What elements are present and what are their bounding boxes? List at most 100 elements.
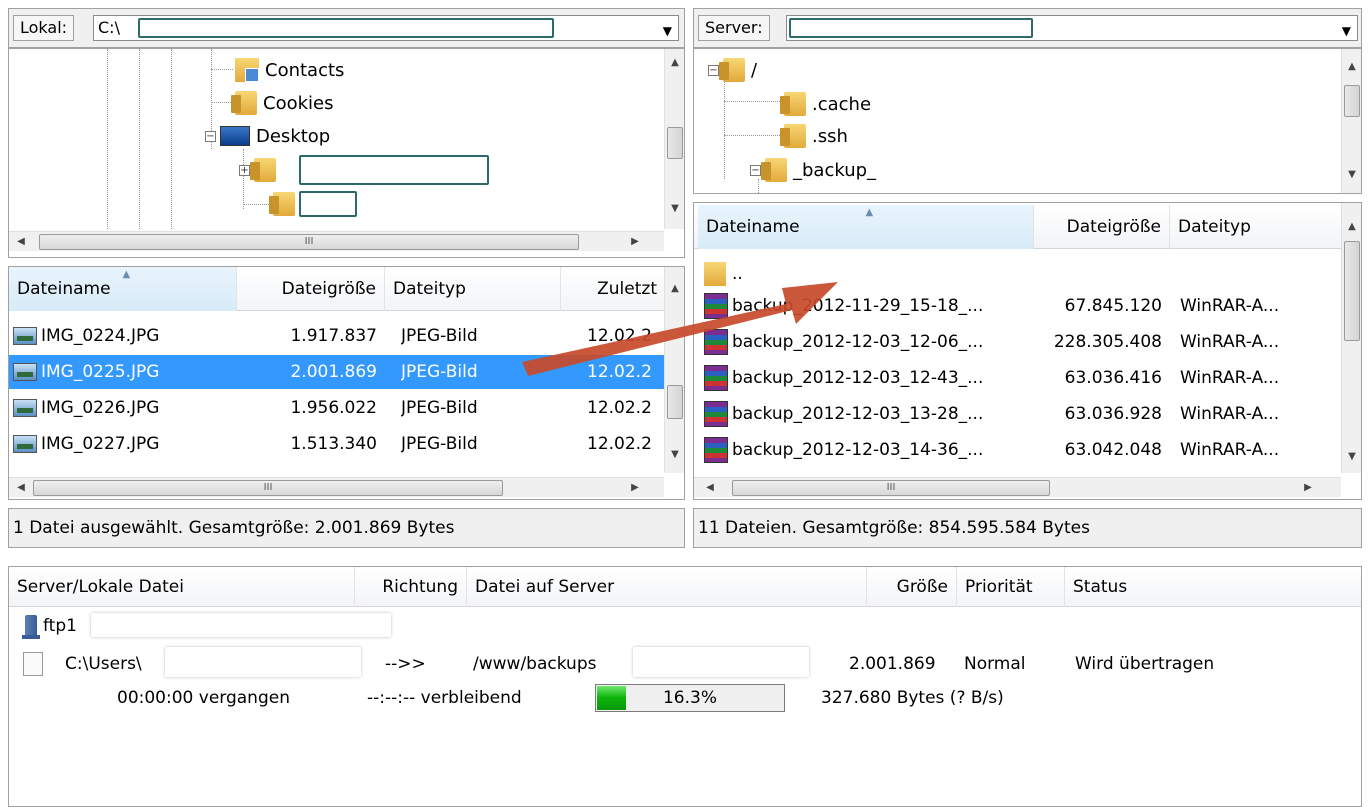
server-tree-pane: − / .cache .ssh − _backup_ ▲ ▼ [693, 48, 1362, 194]
scroll-left-icon[interactable]: ◀ [700, 478, 720, 498]
expand-icon[interactable]: + [239, 164, 250, 176]
tree-item-label: Contacts [265, 59, 345, 81]
tree-item-cache[interactable]: .cache [780, 89, 872, 119]
file-name: backup_2012-12-03_12-06_... [732, 332, 984, 352]
file-row[interactable]: backup_2012-12-03_12-06_... 228.305.408 … [694, 325, 1341, 359]
file-row-selected[interactable]: IMG_0225.JPG 2.001.869 JPEG-Bild 12.02.2 [9, 355, 664, 389]
scroll-thumb[interactable]: III [732, 480, 1050, 496]
collapse-icon[interactable]: − [708, 64, 719, 76]
scroll-down-icon[interactable]: ▼ [665, 199, 684, 219]
file-row[interactable]: backup_2012-12-03_14-36_... 63.042.048 W… [694, 433, 1341, 467]
column-header-size[interactable]: Dateigröße [1034, 205, 1170, 249]
scroll-right-icon[interactable]: ▶ [1298, 478, 1318, 498]
column-header-direction[interactable]: Richtung [355, 567, 467, 607]
server-list-hscrollbar[interactable]: ◀ III ▶ [694, 477, 1341, 497]
column-header-modified[interactable]: Zuletzt [561, 267, 666, 311]
scroll-right-icon[interactable]: ▶ [625, 478, 645, 498]
local-list-vscrollbar[interactable]: ▲ ▼ [664, 267, 684, 473]
file-name: backup_2012-11-29_15-18_... [732, 296, 984, 316]
scroll-thumb[interactable] [1344, 85, 1360, 117]
file-row[interactable]: IMG_0226.JPG 1.956.022 JPEG-Bild 12.02.2 [9, 391, 664, 425]
file-type: WinRAR-A... [1180, 440, 1280, 460]
sort-ascending-icon: ▲ [865, 207, 874, 218]
column-header-file[interactable]: Server/Lokale Datei [9, 567, 355, 607]
local-status-bar: 1 Datei ausgewählt. Gesamtgröße: 2.001.8… [8, 508, 685, 548]
server-path-label: Server: [698, 15, 770, 41]
file-name: IMG_0224.JPG [41, 326, 160, 346]
scroll-down-icon[interactable]: ▼ [1342, 447, 1361, 467]
tree-item-cookies[interactable]: Cookies [231, 88, 333, 118]
server-file-header: ▲ Dateiname Dateigröße Dateityp [694, 205, 1343, 249]
folder-icon [250, 158, 276, 182]
scroll-up-icon[interactable]: ▲ [665, 279, 684, 299]
server-list-vscrollbar[interactable]: ▲ ▼ [1341, 203, 1361, 473]
local-tree-hscrollbar[interactable]: ◀ III ▶ [9, 231, 664, 251]
file-row[interactable]: backup_2012-12-03_13-28_... 63.036.928 W… [694, 397, 1341, 431]
column-header-type[interactable]: Dateityp [385, 267, 561, 311]
column-header-type[interactable]: Dateityp [1170, 205, 1343, 249]
column-header-remote-file[interactable]: Datei auf Server [467, 567, 867, 607]
column-header-size[interactable]: Dateigröße [237, 267, 385, 311]
chevron-down-icon[interactable]: ▼ [663, 24, 672, 38]
scroll-left-icon[interactable]: ◀ [11, 232, 31, 252]
tree-item-label: Desktop [256, 125, 331, 147]
scroll-thumb[interactable]: III [39, 234, 579, 250]
file-row[interactable]: IMG_0224.JPG 1.917.837 JPEG-Bild 12.02.2 [9, 319, 664, 353]
scroll-down-icon[interactable]: ▼ [1342, 165, 1361, 185]
tree-item-label: .cache [812, 93, 872, 115]
file-size: 67.845.120 [1064, 296, 1162, 316]
parent-dir-row[interactable]: .. [694, 257, 1341, 291]
tree-item-desktop[interactable]: − Desktop [205, 121, 330, 151]
scroll-thumb[interactable]: III [33, 480, 503, 496]
collapse-icon[interactable]: − [750, 164, 761, 176]
file-name: backup_2012-12-03_13-28_... [732, 404, 984, 424]
file-row[interactable]: backup_2012-11-29_15-18_... 67.845.120 W… [694, 289, 1341, 323]
server-path-bar: Server: ▼ [693, 8, 1362, 48]
file-type: WinRAR-A... [1180, 296, 1280, 316]
redacted-path [789, 18, 1033, 38]
scroll-up-icon[interactable]: ▲ [1342, 217, 1361, 237]
file-type: JPEG-Bild [401, 362, 478, 382]
folder-icon [780, 124, 806, 148]
tree-item-backup[interactable]: − _backup_ [750, 155, 876, 185]
local-list-hscrollbar[interactable]: ◀ III ▶ [9, 477, 664, 497]
queue-file-row[interactable] [23, 649, 43, 679]
scroll-up-icon[interactable]: ▲ [1342, 57, 1361, 77]
server-icon [22, 615, 40, 639]
chevron-down-icon[interactable]: ▼ [1342, 24, 1351, 38]
scroll-thumb[interactable] [667, 385, 683, 419]
tree-item-contacts[interactable]: Contacts [235, 55, 344, 85]
tree-item-redacted-2[interactable] [269, 189, 301, 219]
column-header-filename[interactable]: ▲ Dateiname [698, 205, 1034, 249]
local-path-combo[interactable]: C:\ ▼ [93, 15, 679, 41]
server-path-combo[interactable]: ▼ [786, 15, 1358, 41]
tree-item-redacted-1[interactable]: + [239, 155, 282, 185]
tree-item-ssh[interactable]: .ssh [780, 121, 848, 151]
file-row[interactable]: backup_2012-12-03_12-43_... 63.036.416 W… [694, 361, 1341, 395]
column-header-priority[interactable]: Priorität [957, 567, 1065, 607]
local-tree-vscrollbar[interactable]: ▲ ▼ [664, 49, 684, 229]
queue-server-row[interactable]: ftp1 [22, 611, 77, 641]
column-header-filename[interactable]: ▲ Dateiname [9, 267, 237, 311]
column-header-status[interactable]: Status [1065, 567, 1361, 607]
scroll-left-icon[interactable]: ◀ [11, 478, 31, 498]
redacted-server [91, 613, 391, 637]
file-size: 228.305.408 [1053, 332, 1162, 352]
scroll-thumb[interactable] [667, 127, 683, 159]
scroll-thumb[interactable] [1344, 241, 1360, 341]
column-header-size[interactable]: Größe [867, 567, 957, 607]
queue-priority: Normal [964, 654, 1026, 674]
scroll-right-icon[interactable]: ▶ [625, 232, 645, 252]
file-row[interactable]: IMG_0227.JPG 1.513.340 JPEG-Bild 12.02.2 [9, 427, 664, 461]
local-file-header: ▲ Dateiname Dateigröße Dateityp Zuletzt [9, 267, 666, 311]
redacted-folder-name [299, 155, 489, 185]
file-name: IMG_0226.JPG [41, 398, 160, 418]
column-label: Zuletzt [597, 279, 657, 299]
column-label: Dateigröße [1066, 217, 1161, 237]
scroll-up-icon[interactable]: ▲ [665, 53, 684, 73]
collapse-icon[interactable]: − [205, 130, 216, 142]
scroll-down-icon[interactable]: ▼ [665, 445, 684, 465]
server-tree-vscrollbar[interactable]: ▲ ▼ [1341, 49, 1361, 193]
folder-icon [780, 92, 806, 116]
tree-item-root[interactable]: − / [708, 55, 757, 85]
